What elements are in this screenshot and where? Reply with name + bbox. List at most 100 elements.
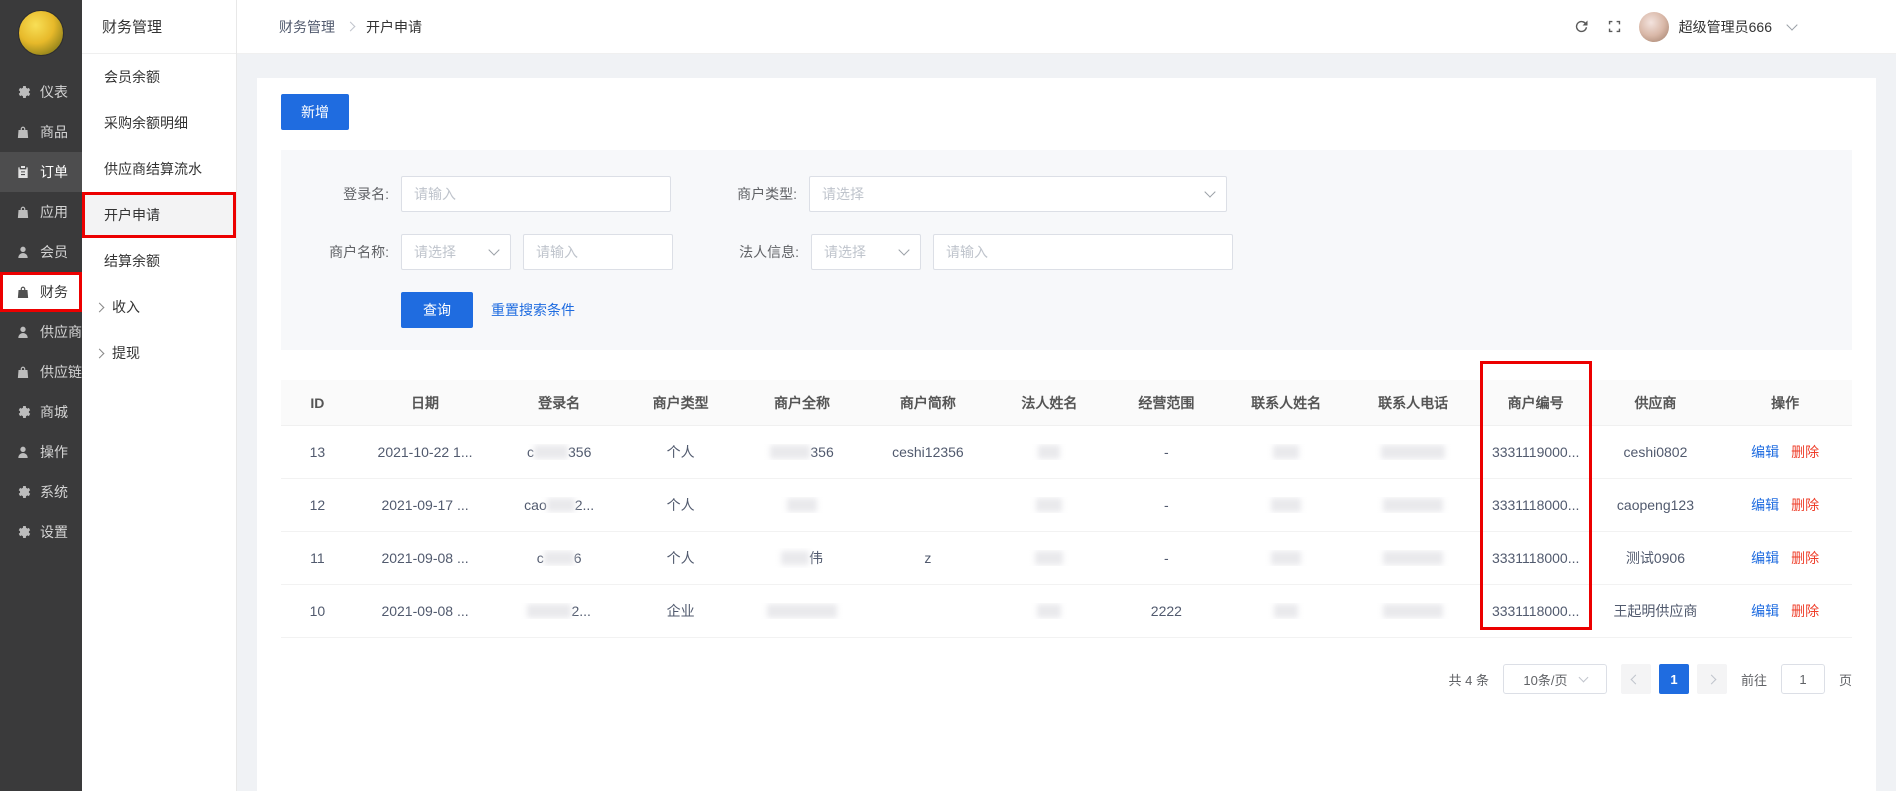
cell-row1-col4: 个人 — [622, 442, 739, 462]
cell-row2-col3: cao2... — [496, 497, 622, 513]
sidebar-item-4[interactable]: 应用 — [0, 192, 82, 232]
breadcrumb-item-finance[interactable]: 财务管理 — [279, 17, 335, 37]
cell-row3-col4: 个人 — [622, 548, 739, 568]
supplier-user-icon — [15, 324, 31, 340]
user-avatar[interactable] — [1639, 12, 1669, 42]
submenu-item-3[interactable]: 供应商结算流水 — [82, 146, 236, 192]
sidebar-item-8[interactable]: 供应链 — [0, 352, 82, 392]
page-size-select[interactable]: 10条/页 — [1503, 664, 1607, 694]
sidebar-item-10[interactable]: 操作 — [0, 432, 82, 472]
cell-row1-col9 — [1225, 444, 1348, 460]
cell-row3-col1: 11 — [281, 550, 354, 566]
cell-row3-col6: z — [865, 550, 991, 566]
column-header-10: 联系人电话 — [1347, 393, 1478, 413]
cell-row4-col2: 2021-09-08 ... — [354, 603, 496, 619]
submenu-item-1[interactable]: 会员余额 — [82, 54, 236, 100]
sidebar-item-label: 设置 — [40, 522, 68, 542]
sidebar-item-12[interactable]: 设置 — [0, 512, 82, 552]
next-page-button[interactable] — [1697, 664, 1727, 694]
sidebar-item-3[interactable]: 订单 — [0, 152, 82, 192]
sidebar-item-2[interactable]: 商品 — [0, 112, 82, 152]
delete-link[interactable]: 删除 — [1791, 603, 1819, 619]
delete-link[interactable]: 删除 — [1791, 444, 1819, 460]
add-button[interactable]: 新增 — [281, 94, 349, 130]
column-header-4: 商户类型 — [622, 393, 739, 413]
cell-actions: 编辑删除 — [1718, 548, 1852, 568]
cell-row3-col7 — [991, 550, 1108, 566]
cell-row4-col1: 10 — [281, 603, 354, 619]
edit-link[interactable]: 编辑 — [1751, 603, 1779, 619]
redacted-text — [1273, 445, 1299, 459]
finance-bag-icon — [15, 284, 31, 300]
sidebar-item-1[interactable]: 仪表 — [0, 72, 82, 112]
goto-page-input[interactable] — [1781, 664, 1825, 694]
merchant-name-mode-placeholder: 请选择 — [414, 242, 456, 262]
submenu-item-4[interactable]: 开户申请 — [82, 192, 236, 238]
cell-row1-col8: - — [1108, 444, 1225, 460]
redacted-text — [1035, 551, 1063, 565]
chevron-down-icon — [1204, 186, 1215, 197]
app-bag-icon — [15, 204, 31, 220]
merchant-type-select[interactable]: 请选择 — [809, 176, 1227, 212]
refresh-icon[interactable] — [1573, 18, 1590, 35]
sidebar-item-11[interactable]: 系统 — [0, 472, 82, 512]
user-name[interactable]: 超级管理员666 — [1679, 17, 1772, 37]
sidebar-item-7[interactable]: 供应商 — [0, 312, 82, 352]
secondary-sidebar: 财务管理 会员余额采购余额明细供应商结算流水开户申请结算余额收入提现 — [82, 0, 237, 791]
cell-row3-col3: c6 — [496, 550, 622, 566]
legal-info-input[interactable] — [933, 234, 1233, 270]
sidebar-item-label: 财务 — [40, 282, 68, 302]
redacted-text — [544, 551, 574, 565]
query-button[interactable]: 查询 — [401, 292, 473, 328]
page-1-button[interactable]: 1 — [1659, 664, 1689, 694]
submenu-item-2[interactable]: 采购余额明细 — [82, 100, 236, 146]
pagination-total: 共 4 条 — [1449, 670, 1489, 689]
cell-actions: 编辑删除 — [1718, 442, 1852, 462]
search-panel: 登录名: 商户类型: 请选择 商户名称: — [281, 150, 1852, 350]
sidebar-item-5[interactable]: 会员 — [0, 232, 82, 272]
sidebar-item-9[interactable]: 商城 — [0, 392, 82, 432]
submenu-item-label: 提现 — [112, 343, 140, 363]
edit-link[interactable]: 编辑 — [1751, 550, 1779, 566]
table-row: 132021-10-22 1...c356个人356ceshi12356-333… — [281, 426, 1852, 479]
chevron-down-icon — [488, 244, 499, 255]
legal-info-mode-placeholder: 请选择 — [824, 242, 866, 262]
sidebar-item-6[interactable]: 财务 — [0, 272, 82, 312]
merchant-name-mode-select[interactable]: 请选择 — [401, 234, 511, 270]
cell-row2-col7 — [991, 497, 1108, 513]
submenu-item-5[interactable]: 结算余额 — [82, 238, 236, 284]
cell-row3-col2: 2021-09-08 ... — [354, 550, 496, 566]
redacted-text — [1383, 551, 1443, 565]
sidebar-item-label: 会员 — [40, 242, 68, 262]
cell-row4-col11: 3331118000... — [1479, 603, 1593, 619]
goods-bag-icon — [15, 124, 31, 140]
chevron-down-icon — [898, 244, 909, 255]
delete-link[interactable]: 删除 — [1791, 550, 1819, 566]
cell-row1-col2: 2021-10-22 1... — [354, 444, 496, 460]
chevron-down-icon[interactable] — [1786, 19, 1797, 30]
prev-page-button[interactable] — [1621, 664, 1651, 694]
fullscreen-icon[interactable] — [1606, 18, 1623, 35]
cell-row1-col12: ceshi0802 — [1593, 444, 1719, 460]
cell-row2-col10 — [1347, 497, 1478, 513]
topbar-actions: 超级管理员666 — [1573, 12, 1796, 42]
page-card: 新增 登录名: 商户类型: 请选择 — [257, 78, 1876, 791]
edit-link[interactable]: 编辑 — [1751, 497, 1779, 513]
chevron-right-icon — [346, 22, 356, 32]
cell-row3-col10 — [1347, 550, 1478, 566]
chevron-down-icon — [1578, 672, 1588, 682]
submenu-item-6[interactable]: 收入 — [82, 284, 236, 330]
app-logo-avatar[interactable] — [18, 10, 64, 56]
table-row: 112021-09-08 ...c6个人伟z-3331118000...测试09… — [281, 532, 1852, 585]
login-name-input[interactable] — [401, 176, 671, 212]
edit-link[interactable]: 编辑 — [1751, 444, 1779, 460]
legal-info-mode-select[interactable]: 请选择 — [811, 234, 921, 270]
column-header-12: 供应商 — [1593, 393, 1719, 413]
submenu-item-7[interactable]: 提现 — [82, 330, 236, 376]
reset-search-link[interactable]: 重置搜索条件 — [491, 300, 575, 320]
delete-link[interactable]: 删除 — [1791, 497, 1819, 513]
chevron-right-icon — [1707, 674, 1717, 684]
merchant-name-input[interactable] — [523, 234, 673, 270]
redacted-text — [1038, 445, 1060, 459]
cell-row4-col9 — [1225, 603, 1348, 619]
